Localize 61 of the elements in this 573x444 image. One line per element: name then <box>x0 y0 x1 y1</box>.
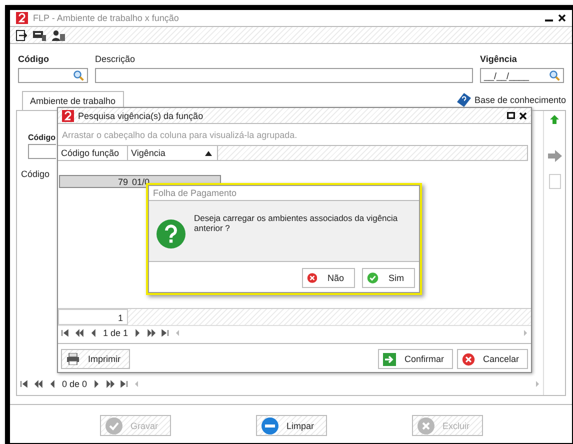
print-button[interactable]: Imprimir <box>61 349 130 369</box>
no-button[interactable]: Não <box>302 268 355 288</box>
confirm-button[interactable]: Confirmar <box>378 349 453 369</box>
group-hint: Arrastar o cabeçalho da coluna para visualizá-la agrupada. <box>61 129 298 142</box>
next-page-icon[interactable] <box>92 380 102 388</box>
column-header[interactable]: Código <box>21 168 50 178</box>
app-logo-icon <box>16 12 28 24</box>
check-icon <box>367 270 378 286</box>
next-pages-icon[interactable] <box>106 380 116 388</box>
maximize-icon[interactable] <box>507 112 515 119</box>
minus-icon <box>260 416 278 434</box>
search-field[interactable]: __/__/____ <box>480 68 564 83</box>
first-page-icon[interactable] <box>20 380 29 388</box>
previous-page-icon[interactable] <box>89 329 98 337</box>
question-icon <box>156 219 186 249</box>
search-icon[interactable] <box>549 70 560 81</box>
column-header[interactable]: Código função <box>58 146 128 160</box>
tab[interactable]: Ambiente de trabalho <box>22 91 124 110</box>
up-arrow-icon[interactable] <box>550 115 559 124</box>
field-label: Vigência <box>480 54 517 64</box>
text-field[interactable] <box>95 68 473 83</box>
previous-pages-icon[interactable] <box>75 329 84 337</box>
first-page-icon[interactable] <box>61 329 70 337</box>
app-logo-icon <box>62 110 74 122</box>
close-icon[interactable] <box>558 14 566 22</box>
cross-icon <box>416 416 434 434</box>
window-title: FLP - Ambiente de trabalho x função <box>33 13 180 23</box>
right-arrow-icon[interactable] <box>548 150 562 162</box>
sort-ascending-icon <box>205 150 212 156</box>
person-icon[interactable] <box>52 30 65 40</box>
side-box <box>548 174 560 189</box>
card-icon[interactable] <box>33 30 46 40</box>
field-label: Código <box>28 133 56 142</box>
code-field[interactable] <box>28 144 56 159</box>
last-page-icon[interactable] <box>120 380 130 388</box>
printer-icon <box>66 353 80 365</box>
message-text: Deseja carregar os ambientes associados da vigência anterior ? <box>194 212 399 235</box>
search-field[interactable] <box>18 68 88 83</box>
cancel-button[interactable]: Cancelar <box>456 349 528 369</box>
cross-icon <box>307 270 318 286</box>
field-label: Código <box>18 54 49 64</box>
previous-pages-icon[interactable] <box>34 380 43 388</box>
last-page-icon[interactable] <box>161 329 170 337</box>
yes-button[interactable]: Sim <box>362 268 415 288</box>
help-link[interactable]: Base de conhecimento <box>457 93 566 110</box>
clear-button[interactable]: Limpar <box>256 415 326 436</box>
check-icon <box>104 416 122 434</box>
row-count: 1 <box>58 309 128 325</box>
next-page-icon[interactable] <box>133 329 142 337</box>
field-label: Descrição <box>95 54 136 64</box>
previous-page-icon[interactable] <box>48 380 57 388</box>
page-indicator: 1 de 1 <box>103 328 128 338</box>
search-icon[interactable] <box>73 70 84 81</box>
dialog-title: Pesquisa vigência(s) da função <box>78 110 204 120</box>
next-pages-icon[interactable] <box>147 329 156 337</box>
cross-icon <box>462 352 475 366</box>
close-icon[interactable] <box>519 112 527 120</box>
column-header[interactable]: Vigência <box>128 146 218 160</box>
page-indicator: 0 de 0 <box>62 379 88 389</box>
enter-arrow-icon <box>383 352 396 366</box>
exit-icon[interactable] <box>16 30 27 40</box>
